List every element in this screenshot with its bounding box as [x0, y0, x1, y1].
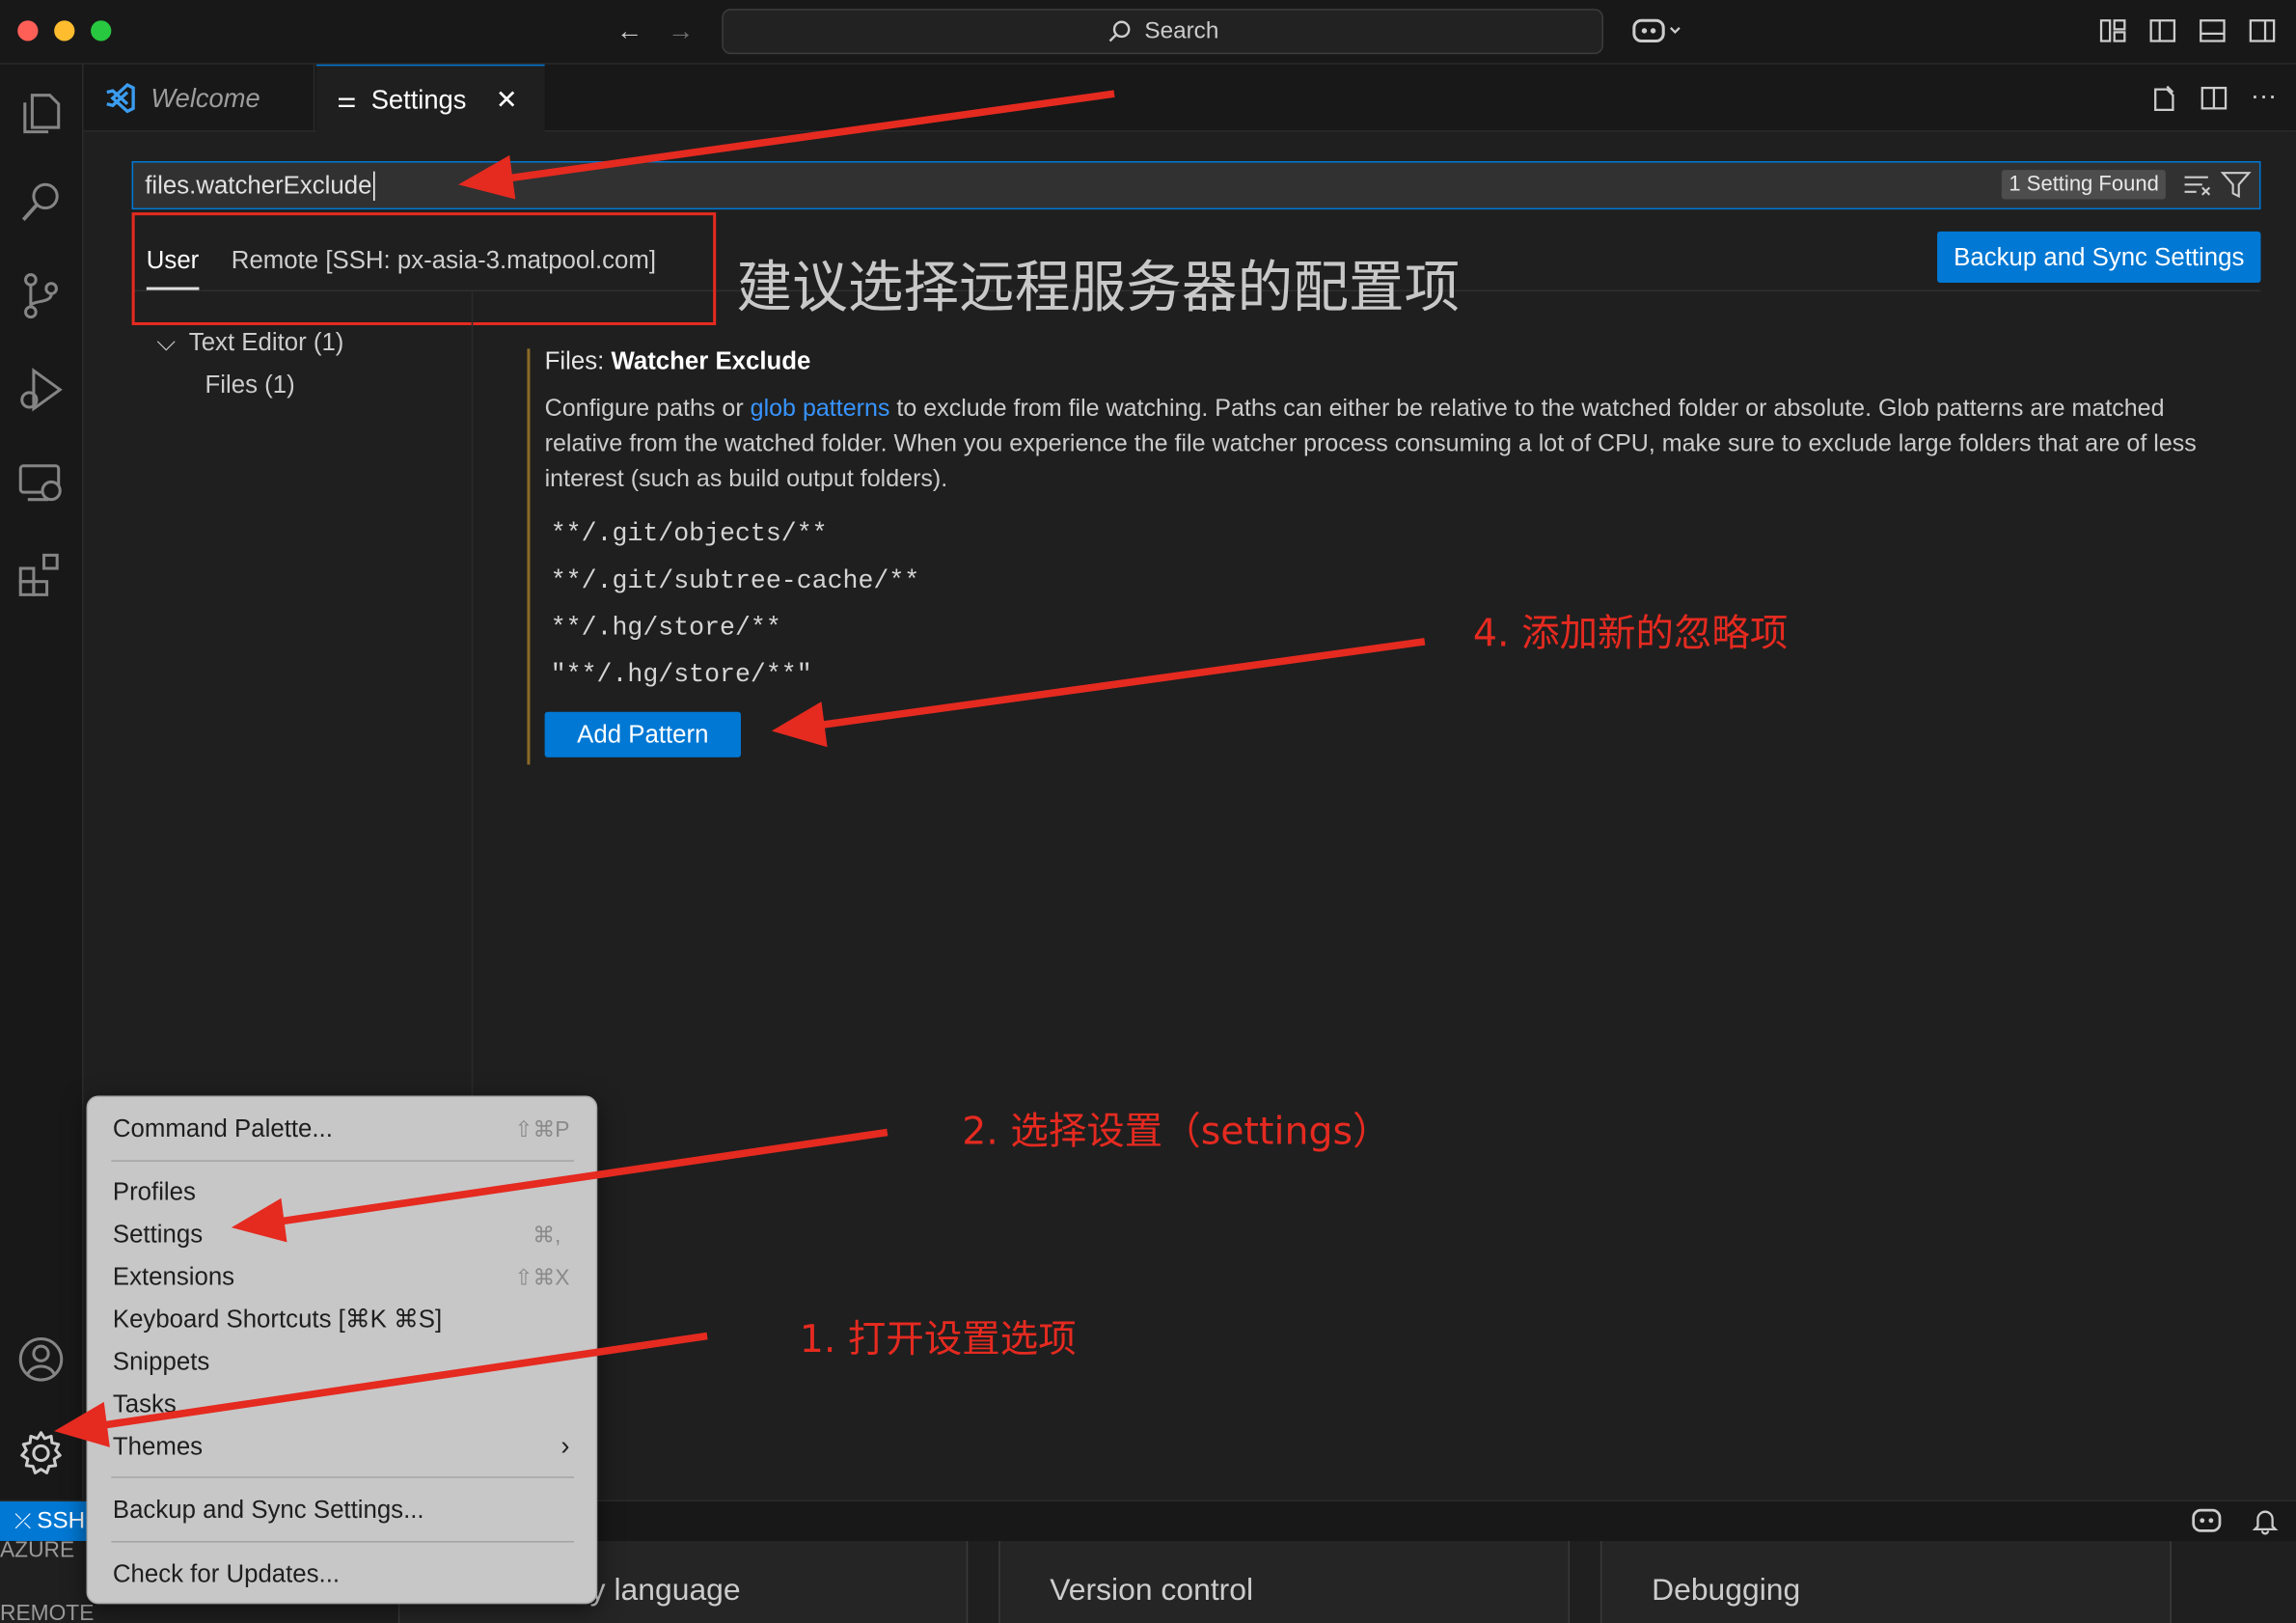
accounts-icon[interactable]	[12, 1330, 70, 1389]
shortcut-command-palette: ⇧⌘P	[514, 1117, 570, 1143]
walkthrough-card-label: Debugging	[1652, 1573, 1801, 1608]
extensions-icon[interactable]	[12, 545, 70, 604]
back-arrow-icon[interactable]: ←	[614, 14, 645, 46]
tab-welcome[interactable]: Welcome	[84, 64, 315, 132]
pattern-item[interactable]: **/.git/subtree-cache/**	[551, 567, 920, 596]
menu-item-extensions[interactable]: Extensions	[113, 1263, 234, 1292]
menu-item-settings[interactable]: Settings	[113, 1221, 203, 1250]
explorer-icon[interactable]	[12, 82, 70, 141]
menu-item-keyboard-shortcuts[interactable]: Keyboard Shortcuts [⌘K ⌘S]	[113, 1306, 442, 1334]
shortcut-extensions: ⇧⌘X	[514, 1265, 570, 1291]
annotation-highlight-box	[131, 212, 717, 326]
setting-title-category: Files:	[544, 346, 612, 375]
tab-settings-label: Settings	[370, 84, 467, 114]
run-debug-icon[interactable]	[12, 360, 70, 419]
more-actions-icon[interactable]: ···	[2248, 79, 2280, 111]
forward-arrow-icon[interactable]: →	[665, 14, 697, 46]
clear-filter-icon[interactable]	[2182, 169, 2214, 201]
search-icon	[1108, 19, 1130, 41]
vscode-logo-icon	[106, 83, 135, 114]
menu-item-command-palette[interactable]: Command Palette...	[113, 1114, 333, 1143]
toggle-secondary-sidebar-icon[interactable]	[2246, 14, 2278, 46]
menu-separator	[111, 1160, 574, 1162]
menu-separator	[111, 1476, 574, 1478]
walkthrough-card-label: Version control	[1050, 1573, 1254, 1608]
pattern-item[interactable]: **/.git/objects/**	[551, 520, 828, 549]
annotation-step-2: 2. 选择设置（settings）	[962, 1110, 1391, 1155]
walkthrough-card-version-control[interactable]: Version control	[998, 1541, 1571, 1623]
source-control-icon[interactable]	[12, 266, 70, 325]
search-icon[interactable]	[12, 173, 70, 232]
menu-item-backup-sync[interactable]: Backup and Sync Settings...	[113, 1496, 424, 1525]
menu-item-profiles[interactable]: Profiles	[113, 1178, 196, 1207]
walkthrough-card-label: y language	[589, 1573, 741, 1608]
toggle-primary-sidebar-icon[interactable]	[2146, 14, 2178, 46]
backup-sync-settings-button[interactable]: Backup and Sync Settings	[1937, 231, 2261, 283]
ssh-label: SSH	[37, 1507, 86, 1533]
editor-tabs: Welcome ⚌ Settings ✕ ···	[83, 64, 2296, 134]
settings-search-input[interactable]: files.watcherExclude	[131, 160, 2261, 210]
setting-found-count: 1 Setting Found	[2001, 170, 2167, 200]
toc-item-files[interactable]: Files (1)	[205, 371, 294, 399]
close-tab-icon[interactable]: ✕	[496, 84, 518, 115]
remote-explorer-icon[interactable]	[12, 454, 70, 513]
activity-bar	[0, 64, 84, 1500]
settings-search-value: files.watcherExclude	[145, 170, 372, 199]
menu-item-themes[interactable]: Themes	[113, 1433, 203, 1462]
customize-layout-icon[interactable]	[2096, 14, 2128, 46]
open-settings-json-icon[interactable]	[2148, 82, 2180, 114]
copilot-status-icon[interactable]	[2191, 1506, 2223, 1543]
annotation-step-4: 4. 添加新的忽略项	[1472, 612, 1789, 657]
menu-item-tasks[interactable]: Tasks	[113, 1390, 177, 1419]
manage-context-menu: Command Palette... ⇧⌘P Profiles Settings…	[86, 1095, 598, 1605]
toc-item-text-editor[interactable]: Text Editor (1)	[189, 328, 344, 357]
split-editor-icon[interactable]	[2198, 82, 2229, 114]
add-pattern-button[interactable]: Add Pattern	[544, 711, 742, 757]
manage-gear-icon[interactable]	[12, 1424, 70, 1483]
chevron-right-icon: ›	[560, 1431, 570, 1461]
remote-icon: ⤫	[14, 1508, 32, 1532]
setting-title-name: Watcher Exclude	[611, 346, 811, 375]
pattern-item[interactable]: **/.hg/store/**	[551, 614, 781, 643]
remote-section-label: REMOTE	[0, 1601, 95, 1623]
glob-patterns-link[interactable]: glob patterns	[751, 396, 890, 422]
setting-description-start: Configure paths or	[544, 395, 751, 423]
tab-welcome-label: Welcome	[150, 82, 260, 113]
shortcut-settings: ⌘,	[533, 1223, 561, 1249]
remote-ssh-indicator[interactable]: ⤫ SSH	[0, 1501, 89, 1542]
title-bar: ← → Search	[0, 0, 2296, 65]
toggle-panel-icon[interactable]	[2197, 14, 2228, 46]
azure-section-label: AZURE	[0, 1538, 75, 1563]
menu-item-check-updates[interactable]: Check for Updates...	[113, 1560, 340, 1589]
filter-icon[interactable]	[2220, 169, 2252, 201]
command-center-search[interactable]: Search	[722, 9, 1603, 55]
modified-indicator-bar	[527, 348, 531, 765]
menu-item-snippets[interactable]: Snippets	[113, 1348, 209, 1377]
tab-settings[interactable]: ⚌ Settings ✕	[315, 64, 545, 134]
notifications-bell-icon[interactable]	[2251, 1506, 2280, 1543]
minimize-window-button[interactable]	[54, 20, 75, 41]
annotation-recommend-remote: 建议选择远程服务器的配置项	[736, 255, 1461, 319]
maximize-window-button[interactable]	[91, 20, 112, 41]
setting-title: Files: Watcher Exclude	[545, 347, 811, 376]
setting-description: Configure paths or glob patterns to excl…	[545, 391, 2228, 496]
menu-separator	[111, 1541, 574, 1543]
settings-sliders-icon: ⚌	[337, 88, 357, 113]
chevron-down-icon[interactable]: ⌵	[156, 328, 176, 357]
annotation-step-1: 1. 打开设置选项	[799, 1318, 1077, 1362]
text-cursor	[372, 170, 375, 201]
search-label: Search	[1144, 17, 1219, 43]
copilot-icon[interactable]	[1628, 14, 1687, 46]
pattern-item[interactable]: "**/.hg/store/**"	[551, 661, 812, 690]
walkthrough-card-debugging[interactable]: Debugging	[1599, 1541, 2172, 1623]
close-window-button[interactable]	[17, 20, 39, 41]
